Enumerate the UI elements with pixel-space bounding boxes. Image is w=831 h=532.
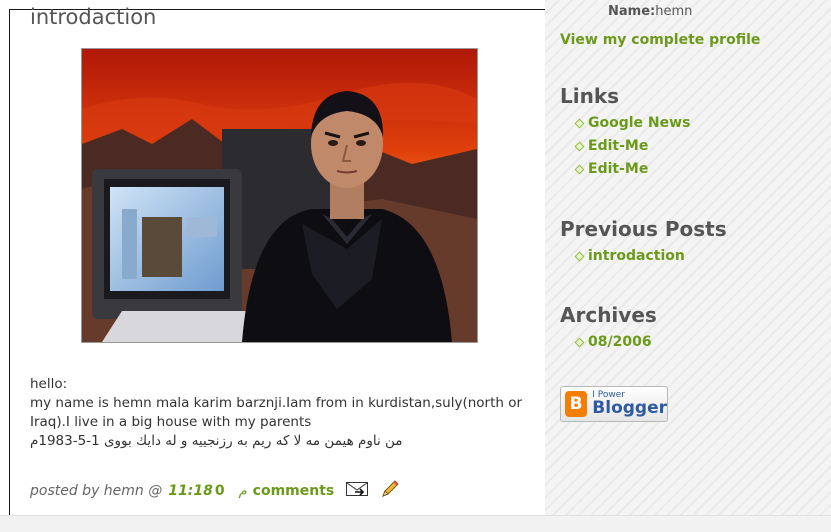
post-time-link[interactable]: 11:18 — [168, 483, 213, 499]
email-post-icon[interactable] — [346, 482, 369, 500]
powered-by-blogger-badge[interactable]: B I Power Blogger — [560, 386, 668, 422]
post-title: introdaction — [30, 5, 157, 29]
diamond-bullet-icon — [574, 118, 585, 129]
post-intro-text: my name is hemn mala karim barznji.Iam f… — [30, 395, 523, 430]
archive-item[interactable]: 08/2006 — [574, 331, 652, 354]
posted-by-label: posted by hemn @ — [30, 483, 163, 499]
profile-name: Name:hemn — [608, 4, 692, 19]
link-item-edit-me[interactable]: Edit-Me — [574, 135, 690, 158]
post-photo — [81, 48, 478, 343]
archives-list: 08/2006 — [574, 331, 652, 354]
profile-name-label: Name: — [608, 4, 656, 19]
post-body: hello: my name is hemn mala karim barznj… — [30, 375, 535, 451]
comments-link[interactable]: comments — [253, 483, 335, 499]
links-heading: Links — [560, 84, 620, 108]
archive-label: 08/2006 — [588, 334, 652, 350]
pencil-edit-icon[interactable] — [380, 479, 400, 503]
previous-post-item[interactable]: introdaction — [574, 245, 685, 268]
previous-posts-heading: Previous Posts — [560, 217, 727, 241]
archives-heading: Archives — [560, 303, 657, 327]
diamond-bullet-icon — [574, 164, 585, 175]
links-list: Google News Edit-Me Edit-Me — [574, 112, 691, 181]
diamond-bullet-icon — [574, 141, 585, 152]
link-item-label: Edit-Me — [588, 161, 649, 177]
post-footer: posted by hemn @ 11:18 0 م comments — [30, 480, 400, 502]
comment-count: 0 — [214, 483, 225, 499]
profile-name-value: hemn — [655, 4, 693, 19]
link-item-label: Google News — [588, 115, 691, 131]
comment-marker: م — [238, 483, 247, 499]
link-item-label: Edit-Me — [588, 138, 649, 154]
blogger-logo-icon: B — [565, 391, 588, 417]
diamond-bullet-icon — [574, 251, 585, 262]
badge-big-text: Blogger — [592, 398, 667, 418]
previous-post-label: introdaction — [588, 248, 685, 264]
bottom-strip — [0, 515, 831, 532]
post-kurdish-text: من ناوم هیمن مه لا که ریم به رزنجییه و ل… — [30, 433, 403, 449]
post-greeting: hello: — [30, 376, 68, 392]
blogger-badge-text: I Power Blogger — [592, 391, 667, 417]
previous-posts-list: introdaction — [574, 245, 685, 268]
link-item-google-news[interactable]: Google News — [574, 112, 691, 135]
diamond-bullet-icon — [574, 337, 585, 348]
link-item-edit-me[interactable]: Edit-Me — [574, 158, 690, 181]
view-profile-link[interactable]: View my complete profile — [560, 32, 760, 48]
